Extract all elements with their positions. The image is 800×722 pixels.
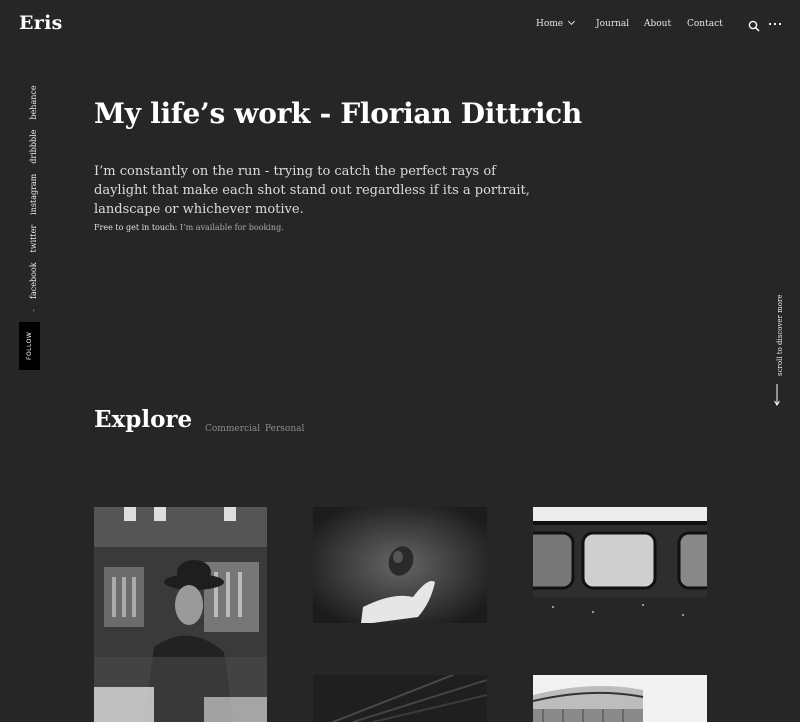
social-link-facebook[interactable]: facebook (29, 262, 38, 299)
site-logo[interactable]: Eris (19, 12, 63, 34)
more-dots-icon[interactable] (768, 19, 782, 29)
gallery-image (94, 507, 267, 722)
arrow-down-icon (774, 384, 780, 406)
gallery-item-portrait[interactable] (94, 507, 267, 722)
search-icon[interactable] (748, 20, 760, 32)
filter-personal[interactable]: Personal (265, 424, 304, 434)
gallery-item-train[interactable] (533, 507, 707, 623)
nav-item-label: Home (536, 19, 564, 29)
gallery-image (533, 675, 707, 722)
social-link-twitter[interactable]: twitter (29, 225, 38, 253)
nav-item-home[interactable]: Home (536, 17, 576, 29)
nav-item-journal[interactable]: Journal (596, 19, 629, 29)
social-link-instagram[interactable]: instagram (29, 174, 38, 215)
hero-intro-text: I’m constantly on the run - trying to ca… (94, 164, 530, 217)
filter-commercial[interactable]: Commercial (205, 424, 260, 434)
section-title-explore: Explore (94, 406, 193, 433)
chevron-down-icon (568, 17, 576, 26)
gallery-image (313, 675, 487, 722)
gallery-item-lines[interactable] (313, 675, 487, 722)
gallery-item-hand-stone[interactable] (313, 507, 487, 623)
nav-item-contact[interactable]: Contact (687, 19, 723, 29)
page-title: My life’s work - Florian Dittrich (94, 97, 582, 130)
scroll-hint-text: scroll to discover more (776, 294, 784, 376)
social-link-dribbble[interactable]: dribbble (29, 130, 38, 164)
gallery-image (533, 507, 707, 623)
gallery-image (313, 507, 487, 623)
follow-label: FOLLOW (19, 321, 40, 370)
contact-label: Free to get in touch: (94, 223, 178, 232)
social-link-behance[interactable]: behance (29, 85, 38, 119)
social-separator: - (29, 308, 38, 312)
nav-item-about[interactable]: About (644, 19, 671, 29)
contact-line: Free to get in touch: I’m available for … (94, 223, 284, 232)
gallery-item-architecture[interactable] (533, 675, 707, 722)
booking-link[interactable]: I’m available for booking. (180, 223, 284, 232)
